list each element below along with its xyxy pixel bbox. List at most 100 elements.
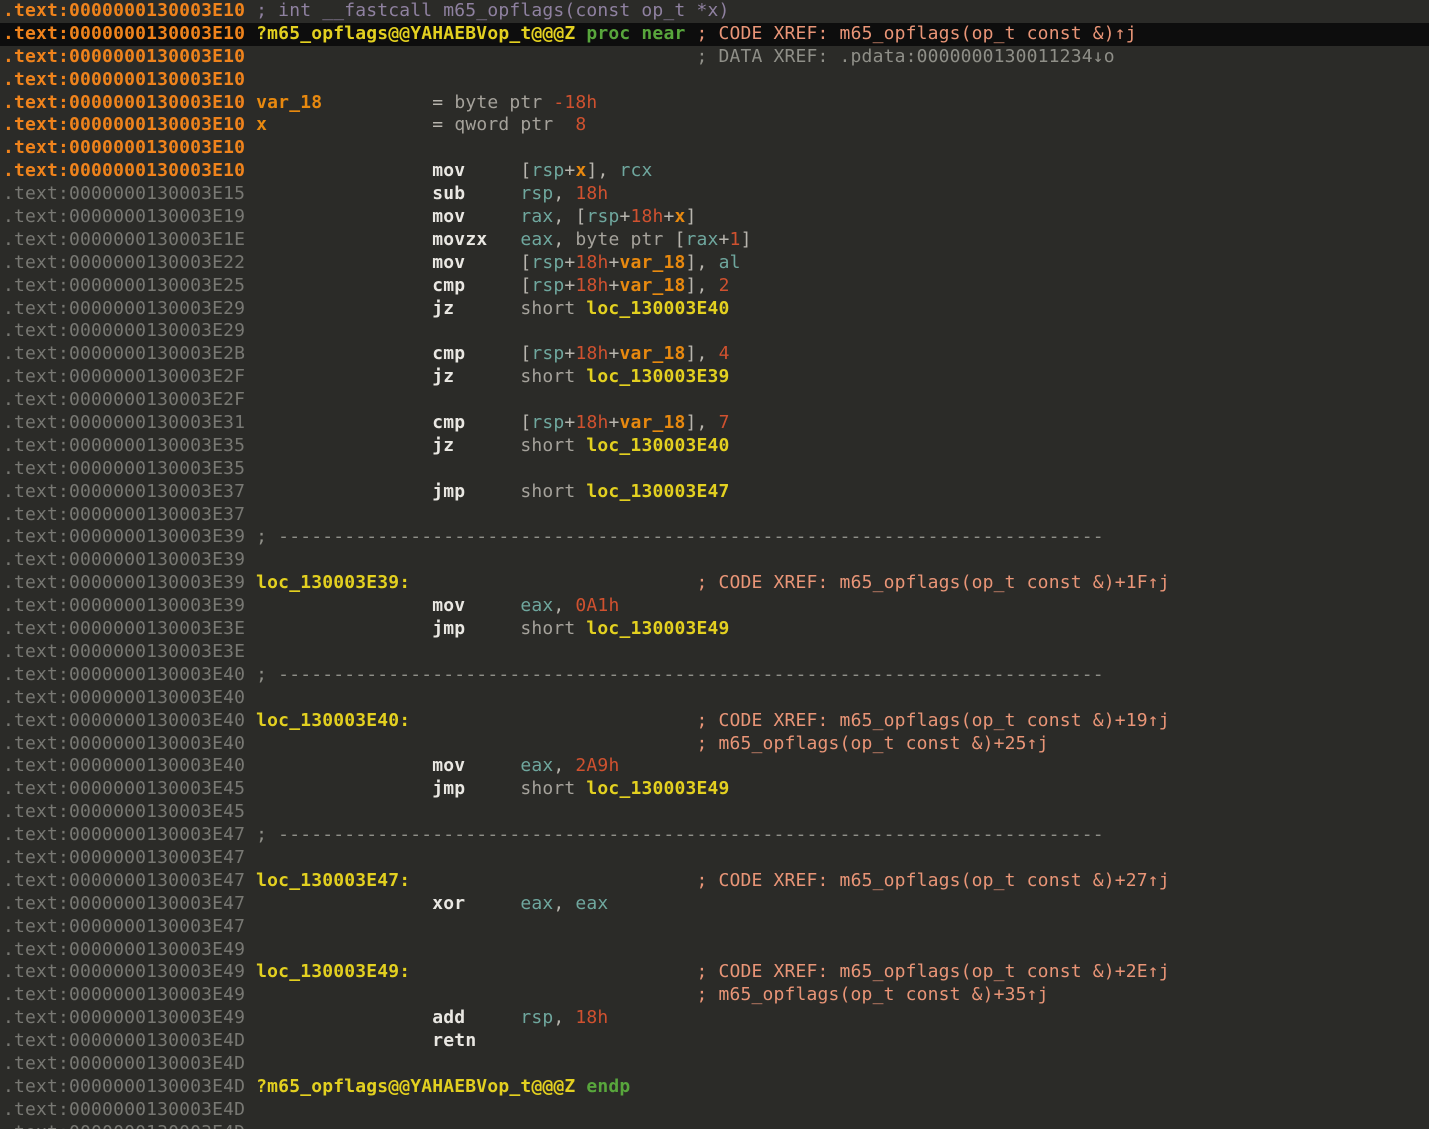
- listing-line[interactable]: .text:0000000130003E49: [3, 939, 1429, 962]
- listing-line[interactable]: .text:0000000130003E4D: [3, 1099, 1429, 1122]
- symbol-token[interactable]: loc_130003E49:: [256, 961, 410, 982]
- listing-line[interactable]: .text:0000000130003E15 sub rsp, 18h: [3, 183, 1429, 206]
- line-address: .text:0000000130003E40: [3, 710, 245, 731]
- line-address: .text:0000000130003E10: [3, 69, 245, 90]
- symbol-token[interactable]: loc_130003E40: [586, 435, 729, 456]
- line-address: .text:0000000130003E40: [3, 755, 245, 776]
- listing-line[interactable]: .text:0000000130003E40 ; ---------------…: [3, 664, 1429, 687]
- listing-line[interactable]: .text:0000000130003E10 var_18 = byte ptr…: [3, 92, 1429, 115]
- token: ; m65_opflags(op_t const &)+35↑j: [696, 984, 1048, 1005]
- listing-line[interactable]: .text:0000000130003E10: [3, 137, 1429, 160]
- token: [256, 343, 432, 364]
- line-address: .text:0000000130003E10: [3, 160, 245, 181]
- line-address: .text:0000000130003E47: [3, 893, 245, 914]
- listing-line[interactable]: .text:0000000130003E10: [3, 69, 1429, 92]
- listing-line[interactable]: .text:0000000130003E47 ; ---------------…: [3, 824, 1429, 847]
- token: mov: [432, 755, 465, 776]
- listing-line[interactable]: .text:0000000130003E40 loc_130003E40: ; …: [3, 710, 1429, 733]
- symbol-token[interactable]: loc_130003E47:: [256, 870, 410, 891]
- listing-line[interactable]: .text:0000000130003E4D: [3, 1122, 1429, 1129]
- listing-line[interactable]: .text:0000000130003E40: [3, 687, 1429, 710]
- listing-line[interactable]: .text:0000000130003E25 cmp [rsp+18h+var_…: [3, 275, 1429, 298]
- listing-line[interactable]: .text:0000000130003E47: [3, 847, 1429, 870]
- token: =: [432, 92, 454, 113]
- disassembly-listing[interactable]: .text:0000000130003E10 ; int __fastcall …: [0, 0, 1429, 1129]
- listing-line[interactable]: .text:0000000130003E1E movzx eax, byte p…: [3, 229, 1429, 252]
- line-address: .text:0000000130003E4D: [3, 1099, 245, 1120]
- listing-line[interactable]: .text:0000000130003E31 cmp [rsp+18h+var_…: [3, 412, 1429, 435]
- listing-line[interactable]: .text:0000000130003E47: [3, 916, 1429, 939]
- listing-line[interactable]: .text:0000000130003E29: [3, 320, 1429, 343]
- listing-line[interactable]: .text:0000000130003E2B cmp [rsp+18h+var_…: [3, 343, 1429, 366]
- symbol-token[interactable]: ?m65_opflags@@YAHAEBVop_t@@@Z: [256, 23, 575, 44]
- token: ],: [586, 160, 619, 181]
- token: ,: [553, 229, 575, 250]
- line-address: .text:0000000130003E47: [3, 870, 245, 891]
- listing-line[interactable]: .text:0000000130003E45: [3, 801, 1429, 824]
- listing-line[interactable]: .text:0000000130003E39 loc_130003E39: ; …: [3, 572, 1429, 595]
- listing-line[interactable]: .text:0000000130003E45 jmp short loc_130…: [3, 778, 1429, 801]
- symbol-token[interactable]: loc_130003E49: [586, 618, 729, 639]
- listing-line[interactable]: .text:0000000130003E10 x = qword ptr 8: [3, 114, 1429, 137]
- listing-line[interactable]: .text:0000000130003E10 ; int __fastcall …: [3, 0, 1429, 23]
- symbol-token[interactable]: ?m65_opflags@@YAHAEBVop_t@@@Z: [256, 1076, 575, 1097]
- listing-line[interactable]: .text:0000000130003E10 mov [rsp+x], rcx: [3, 160, 1429, 183]
- listing-line[interactable]: .text:0000000130003E35 jz short loc_1300…: [3, 435, 1429, 458]
- symbol-token[interactable]: loc_130003E40: [586, 298, 729, 319]
- symbol-token[interactable]: loc_130003E39: [586, 366, 729, 387]
- token: 18h: [575, 1007, 608, 1028]
- line-address: .text:0000000130003E4D: [3, 1030, 245, 1051]
- listing-line[interactable]: .text:0000000130003E10 ?m65_opflags@@YAH…: [0, 23, 1429, 46]
- listing-line[interactable]: .text:0000000130003E49 ; m65_opflags(op_…: [3, 984, 1429, 1007]
- listing-line[interactable]: .text:0000000130003E37 jmp short loc_130…: [3, 481, 1429, 504]
- token: ; --------------------------------------…: [256, 664, 1104, 685]
- listing-line[interactable]: .text:0000000130003E39 mov eax, 0A1h: [3, 595, 1429, 618]
- listing-line[interactable]: .text:0000000130003E4D retn: [3, 1030, 1429, 1053]
- token: short: [520, 298, 586, 319]
- listing-line[interactable]: .text:0000000130003E49 loc_130003E49: ; …: [3, 961, 1429, 984]
- token: add: [432, 1007, 465, 1028]
- token: rcx: [619, 160, 652, 181]
- listing-line[interactable]: .text:0000000130003E47 xor eax, eax: [3, 893, 1429, 916]
- listing-line[interactable]: .text:0000000130003E29 jz short loc_1300…: [3, 298, 1429, 321]
- listing-line[interactable]: .text:0000000130003E39 ; ---------------…: [3, 526, 1429, 549]
- listing-line[interactable]: .text:0000000130003E39: [3, 549, 1429, 572]
- token: [410, 961, 696, 982]
- symbol-token[interactable]: loc_130003E47: [586, 481, 729, 502]
- listing-line[interactable]: .text:0000000130003E4D ?m65_opflags@@YAH…: [3, 1076, 1429, 1099]
- listing-line[interactable]: .text:0000000130003E37: [3, 504, 1429, 527]
- listing-line[interactable]: .text:0000000130003E22 mov [rsp+18h+var_…: [3, 252, 1429, 275]
- symbol-token[interactable]: loc_130003E39:: [256, 572, 410, 593]
- listing-line[interactable]: .text:0000000130003E47 loc_130003E47: ; …: [3, 870, 1429, 893]
- token: ,: [553, 755, 575, 776]
- token: 18h: [575, 183, 608, 204]
- token: +: [608, 275, 619, 296]
- token: [256, 481, 432, 502]
- listing-line[interactable]: .text:0000000130003E2F: [3, 389, 1429, 412]
- listing-line[interactable]: .text:0000000130003E40 ; m65_opflags(op_…: [3, 733, 1429, 756]
- listing-line[interactable]: .text:0000000130003E2F jz short loc_1300…: [3, 366, 1429, 389]
- listing-line[interactable]: .text:0000000130003E10 ; DATA XREF: .pda…: [3, 46, 1429, 69]
- token: rsp: [586, 206, 619, 227]
- listing-line[interactable]: .text:0000000130003E3E jmp short loc_130…: [3, 618, 1429, 641]
- token: eax: [520, 595, 553, 616]
- token: rsp: [520, 1007, 553, 1028]
- listing-line[interactable]: .text:0000000130003E35: [3, 458, 1429, 481]
- token: +: [608, 252, 619, 273]
- symbol-token[interactable]: loc_130003E40:: [256, 710, 410, 731]
- token: [: [520, 412, 531, 433]
- token: ; CODE XREF: m65_opflags(op_t const &)↑j: [696, 23, 1136, 44]
- symbol-token[interactable]: loc_130003E49: [586, 778, 729, 799]
- token: [454, 435, 520, 456]
- listing-line[interactable]: .text:0000000130003E19 mov rax, [rsp+18h…: [3, 206, 1429, 229]
- token: [465, 778, 520, 799]
- token: qword ptr: [454, 114, 575, 135]
- token: +: [564, 160, 575, 181]
- listing-line[interactable]: .text:0000000130003E3E: [3, 641, 1429, 664]
- listing-line[interactable]: .text:0000000130003E49 add rsp, 18h: [3, 1007, 1429, 1030]
- token: [465, 618, 520, 639]
- listing-line[interactable]: .text:0000000130003E4D: [3, 1053, 1429, 1076]
- listing-line[interactable]: .text:0000000130003E40 mov eax, 2A9h: [3, 755, 1429, 778]
- line-address: .text:0000000130003E35: [3, 435, 245, 456]
- line-address: .text:0000000130003E29: [3, 320, 245, 341]
